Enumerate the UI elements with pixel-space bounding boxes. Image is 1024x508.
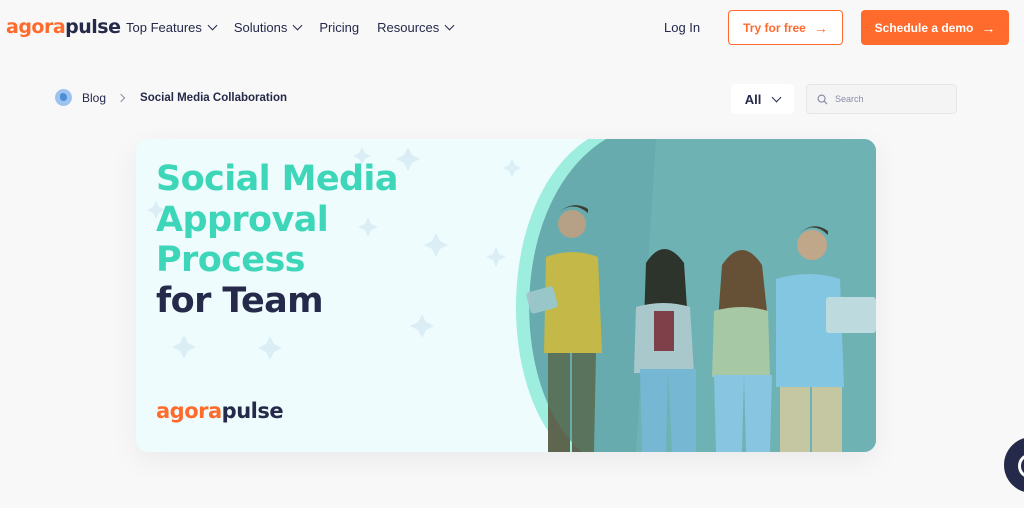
hero-agorapulse-logo: agorapulse	[156, 399, 284, 423]
top-navigation: agorapulse Top Features Solutions Pricin…	[0, 0, 1024, 56]
main-menu: Top Features Solutions Pricing Resources	[126, 20, 471, 35]
search-box	[806, 84, 957, 114]
chevron-down-icon	[207, 20, 218, 31]
arrow-right-icon: →	[813, 19, 828, 36]
menu-pricing[interactable]: Pricing	[319, 20, 359, 35]
featured-article-image[interactable]: Social Media Approval Process for Team a…	[136, 139, 876, 452]
menu-top-features[interactable]: Top Features	[126, 20, 218, 35]
menu-resources-label: Resources	[377, 20, 440, 35]
schedule-demo-button[interactable]: Schedule a demo →	[861, 10, 1009, 45]
hero-title-line-4: for Team	[156, 280, 324, 321]
chat-widget-button[interactable]	[1004, 437, 1024, 493]
agorapulse-logo[interactable]: agorapulse	[6, 16, 121, 38]
search-input[interactable]	[835, 94, 945, 104]
chevron-down-icon	[444, 20, 455, 31]
hero-title: Social Media Approval Process for Team	[156, 159, 398, 321]
menu-solutions-label: Solutions	[233, 20, 288, 35]
login-link[interactable]: Log In	[664, 20, 700, 35]
category-filter-dropdown[interactable]: All	[731, 84, 794, 114]
blog-globe-icon	[55, 89, 72, 106]
search-icon	[817, 94, 828, 105]
menu-solutions[interactable]: Solutions	[233, 20, 303, 35]
hero-title-line-3: Process	[156, 240, 306, 280]
hero-title-line-1: Social Media	[156, 159, 398, 199]
chevron-down-icon	[771, 92, 782, 102]
hero-logo-part-pulse: pulse	[221, 399, 284, 423]
try-for-free-button[interactable]: Try for free →	[728, 10, 843, 45]
arrow-right-icon: →	[981, 19, 996, 36]
menu-resources[interactable]: Resources	[377, 20, 455, 35]
logo-part-pulse: pulse	[65, 16, 121, 38]
menu-pricing-label: Pricing	[319, 20, 360, 35]
chevron-down-icon	[292, 20, 303, 31]
hero-logo-part-agora: agora	[156, 399, 222, 423]
menu-top-features-label: Top Features	[126, 20, 202, 35]
breadcrumb-blog-link[interactable]: Blog	[82, 91, 106, 105]
breadcrumb: Blog Social Media Collaboration	[55, 89, 287, 106]
chevron-right-icon	[116, 93, 126, 102]
logo-part-agora: agora	[6, 16, 66, 38]
breadcrumb-current: Social Media Collaboration	[140, 91, 287, 104]
schedule-demo-label: Schedule a demo	[874, 20, 974, 35]
try-for-free-label: Try for free	[743, 20, 806, 35]
category-filter-value: All	[744, 91, 762, 107]
hero-title-line-2: Approval	[156, 199, 329, 240]
